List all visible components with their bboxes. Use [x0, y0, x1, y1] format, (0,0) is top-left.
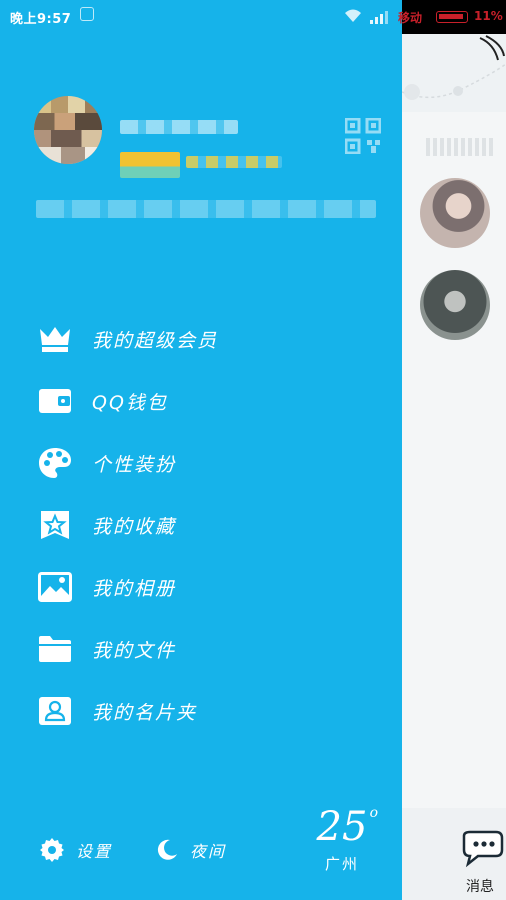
menu-item-label: 我的收藏 [92, 516, 177, 538]
avatar[interactable] [34, 96, 102, 164]
avatar-pixel-row [34, 147, 102, 164]
menu-item-wallet[interactable]: QQ钱包 [0, 370, 402, 432]
wallet-icon [38, 385, 72, 417]
drawer-bottom-bar: 设置 夜间 25 o 广州 [0, 805, 402, 900]
menu-item-label: 我的超级会员 [92, 330, 219, 352]
battery-icon [436, 11, 468, 23]
avatar-pixel-row [34, 130, 102, 147]
menu-item-label: 我的相册 [92, 578, 177, 600]
wifi-icon [345, 9, 361, 22]
peek-search-bar[interactable] [426, 138, 496, 156]
drawer-menu: 我的超级会员 QQ钱包 个性装扮 我的收藏 我的相册 我的文件 我的名片夹 [0, 308, 402, 742]
crown-icon [38, 323, 72, 355]
menu-item-label: 我的名片夹 [92, 702, 198, 724]
menu-item-personalize[interactable]: 个性装扮 [0, 432, 402, 494]
status-bar: 晚上9:57 移动 11% [0, 0, 506, 34]
menu-item-favorites[interactable]: 我的收藏 [0, 494, 402, 556]
temperature: 25 o [312, 804, 378, 850]
contact-avatar[interactable] [420, 178, 490, 248]
menu-item-label: 我的文件 [92, 640, 177, 662]
menu-item-album[interactable]: 我的相册 [0, 556, 402, 618]
star-bookmark-icon [38, 509, 72, 541]
signal-icon [370, 11, 388, 24]
menu-item-cards[interactable]: 我的名片夹 [0, 680, 402, 742]
contact-card-icon [38, 695, 72, 727]
peek-header [402, 34, 506, 112]
degree-symbol: o [369, 805, 378, 821]
signature-blurred[interactable] [36, 200, 376, 218]
qr-code-icon[interactable] [345, 118, 381, 154]
tab-messages-label: 消息 [466, 879, 494, 895]
tab-messages[interactable]: 消息 [454, 830, 506, 896]
folder-icon [38, 633, 72, 665]
city-name: 广州 [324, 855, 359, 873]
nickname-blurred[interactable] [120, 120, 238, 134]
menu-item-super-vip[interactable]: 我的超级会员 [0, 308, 402, 370]
temperature-value: 25 [316, 804, 368, 850]
menu-item-label: 个性装扮 [92, 454, 177, 476]
menu-item-label: QQ钱包 [92, 392, 168, 414]
peek-tab-bar: 消息 [402, 808, 506, 900]
palette-icon [38, 447, 72, 479]
decorative-curve [402, 35, 506, 100]
weather-widget[interactable]: 25 o 广州 [312, 804, 378, 874]
night-mode-label: 夜间 [190, 842, 227, 861]
moon-icon [157, 839, 177, 860]
level-badges-blurred[interactable] [186, 156, 282, 168]
photo-icon [38, 571, 72, 603]
settings-button[interactable]: 设置 [40, 820, 112, 880]
contact-avatar[interactable] [420, 270, 490, 340]
chat-bubble-icon [462, 830, 504, 868]
status-bar-left: 晚上9:57 [0, 0, 402, 34]
status-time: 晚上9:57 [10, 12, 72, 27]
gear-icon [40, 838, 64, 862]
notification-icon [80, 7, 94, 21]
avatar-pixel-row [34, 113, 102, 130]
carrier-label: 移动 [398, 11, 423, 25]
main-content-peek[interactable]: 消息 [402, 34, 506, 900]
night-mode-button[interactable]: 夜间 [156, 820, 226, 880]
menu-item-files[interactable]: 我的文件 [0, 618, 402, 680]
side-drawer: 我的超级会员 QQ钱包 个性装扮 我的收藏 我的相册 我的文件 我的名片夹 设置… [0, 34, 402, 900]
settings-label: 设置 [76, 842, 113, 861]
battery-percent: 11% [474, 9, 503, 23]
vip-badge-blurred[interactable] [120, 152, 180, 178]
